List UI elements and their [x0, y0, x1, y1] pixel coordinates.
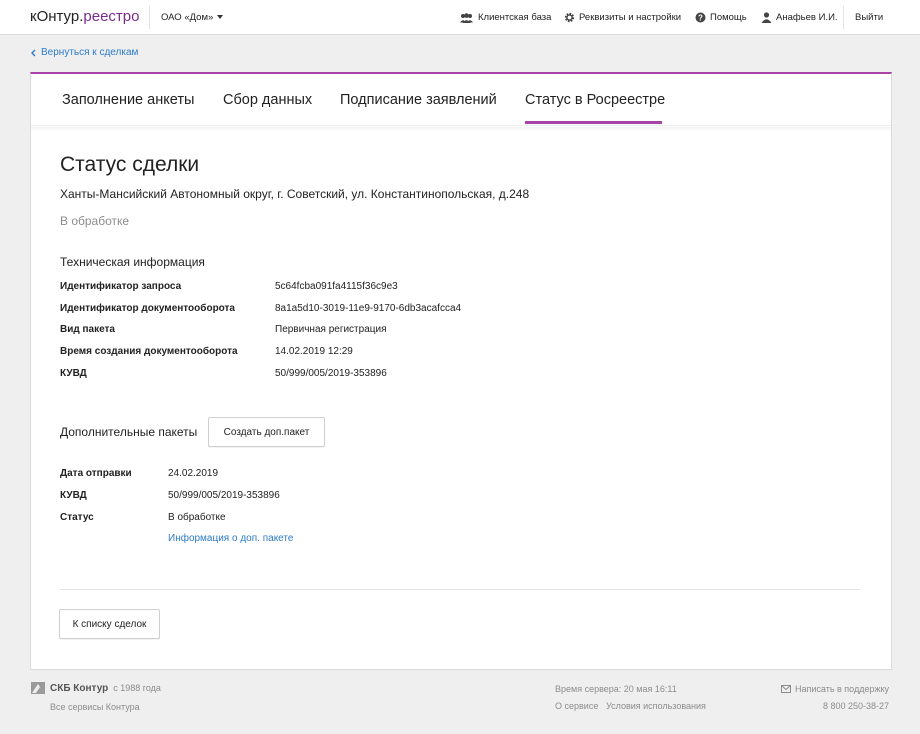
extra-value-kuvd: 50/999/005/2019-353896 — [168, 490, 280, 501]
active-tab-indicator — [525, 121, 662, 124]
step-tabs: Заполнение анкеты Сбор данных Подписание… — [31, 74, 891, 126]
app-logo[interactable]: кОнтур.реестро — [30, 8, 140, 25]
footer-brand[interactable]: СКБ Контур с 1988 года — [31, 682, 161, 694]
support-link[interactable]: Написать в поддержку — [781, 684, 889, 694]
tech-label-package-type: Вид пакета — [60, 324, 115, 335]
tech-label-request-id: Идентификатор запроса — [60, 281, 182, 292]
nav-clients[interactable]: Клиентская база — [459, 12, 551, 23]
tab-rosreestr-status[interactable]: Статус в Росреестре — [525, 92, 665, 108]
extra-package-info-link[interactable]: Информация о доп. пакете — [168, 533, 293, 544]
top-header: кОнтур.реестро ОАО «Дом» Клиентская база… — [0, 0, 920, 35]
tech-value-package-type: Первичная регистрация — [275, 324, 387, 335]
tech-info-title: Техническая информация — [60, 255, 205, 269]
tab-questionnaire[interactable]: Заполнение анкеты — [62, 92, 194, 108]
logout-link[interactable]: Выйти — [855, 12, 883, 23]
footer-terms-link[interactable]: Условия использования — [606, 701, 706, 711]
nav-user[interactable]: Анафьев И.И. — [761, 12, 838, 23]
create-extra-package-button[interactable]: Создать доп.пакет — [208, 417, 325, 447]
extra-value-sent-date: 24.02.2019 — [168, 468, 219, 479]
mail-icon — [781, 685, 791, 693]
property-address: Ханты-Мансийский Автономный округ, г. Со… — [60, 187, 530, 201]
back-to-deals-button[interactable]: К списку сделок — [59, 609, 160, 639]
tech-label-docflow-id: Идентификатор документооборота — [60, 303, 235, 314]
tab-signing[interactable]: Подписание заявлений — [340, 92, 497, 108]
deal-status: В обработке — [60, 214, 130, 228]
tech-label-kuvd: КУВД — [60, 368, 87, 379]
page-title: Статус сделки — [60, 153, 200, 176]
header-separator — [843, 6, 844, 29]
chevron-down-icon — [217, 15, 224, 20]
extra-label-kuvd: КУВД — [60, 490, 87, 501]
server-time: Время сервера: 20 мая 16:11 — [555, 684, 677, 694]
tab-data-collection[interactable]: Сбор данных — [223, 92, 312, 108]
footer-about-link[interactable]: О сервисе — [555, 701, 598, 711]
help-icon: ? — [695, 12, 706, 23]
tech-value-request-id: 5c64fcba091fa4115f36c9e3 — [275, 281, 398, 292]
extra-label-status: Статус — [60, 512, 94, 523]
deal-status-card: Заполнение анкеты Сбор данных Подписание… — [30, 72, 892, 670]
users-icon — [460, 12, 473, 23]
footer-all-services-link[interactable]: Все сервисы Контура — [50, 702, 140, 712]
extra-packages-title: Дополнительные пакеты — [60, 425, 198, 439]
section-divider — [60, 589, 860, 590]
extra-value-status: В обработке — [168, 512, 226, 523]
back-to-deals-link[interactable]: Вернуться к сделкам — [31, 47, 138, 58]
nav-help[interactable]: ? Помощь — [695, 12, 747, 23]
support-phone: 8 800 250-38-27 — [823, 701, 890, 711]
header-separator — [149, 6, 150, 29]
gear-icon — [564, 12, 575, 23]
nav-settings[interactable]: Реквизиты и настройки — [564, 12, 681, 23]
tech-value-created-at: 14.02.2019 12:29 — [275, 346, 353, 357]
extra-label-sent-date: Дата отправки — [60, 468, 132, 479]
tech-value-docflow-id: 8a1a5d10-3019-11e9-9170-6db3acafcca4 — [275, 303, 462, 314]
tech-value-kuvd: 50/999/005/2019-353896 — [275, 368, 387, 379]
skb-kontur-logo-icon — [31, 682, 45, 694]
tech-label-created-at: Время создания документооборота — [60, 346, 238, 357]
svg-text:?: ? — [698, 14, 703, 23]
chevron-left-icon — [31, 49, 36, 56]
user-icon — [761, 12, 772, 23]
org-selector[interactable]: ОАО «Дом» — [161, 12, 224, 23]
